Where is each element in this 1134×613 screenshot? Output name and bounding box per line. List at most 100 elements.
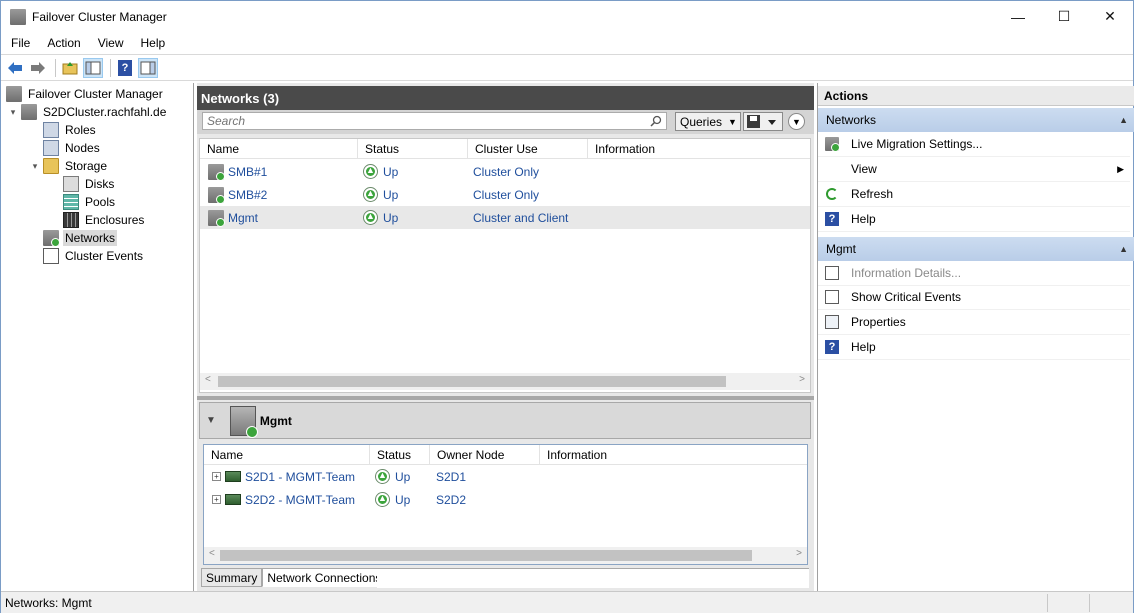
menu-action[interactable]: Action [37, 36, 87, 50]
horizontal-scrollbar[interactable]: < > [200, 373, 810, 390]
tree-item-roles[interactable]: Roles [43, 121, 98, 139]
disks-icon [63, 176, 79, 192]
forward-button[interactable] [28, 58, 48, 78]
menu-view[interactable]: View [88, 36, 131, 50]
toolbar-separator [110, 58, 111, 77]
column-header-cluster-use[interactable]: Cluster Use [468, 139, 588, 159]
column-header-owner-node[interactable]: Owner Node [430, 445, 540, 465]
status-bar: Networks: Mgmt [1, 591, 1133, 613]
up-folder-button[interactable] [60, 58, 80, 78]
expand-chevron-icon[interactable]: ▾ [30, 161, 40, 172]
queries-dropdown[interactable]: Queries ▼ [675, 112, 741, 131]
connection-status: Up [395, 492, 411, 507]
cluster-icon [21, 104, 37, 120]
collapse-detail-icon[interactable]: ▼ [206, 415, 216, 426]
help-button[interactable]: ? [115, 58, 135, 78]
scroll-left-icon[interactable]: < [209, 548, 215, 559]
close-button[interactable]: ✕ [1087, 1, 1133, 32]
show-hide-tree-button[interactable] [83, 57, 103, 78]
tree-item-cluster-events[interactable]: Cluster Events [43, 247, 145, 265]
status-text: Networks: Mgmt [5, 595, 92, 610]
back-icon [8, 61, 22, 74]
action-information-details[interactable]: Information Details... [818, 261, 1130, 286]
collapse-caret-icon[interactable]: ▲ [1119, 115, 1128, 125]
information-details-icon [825, 266, 839, 280]
tree-item-nodes[interactable]: Nodes [43, 139, 102, 157]
toolbar: ? [1, 54, 1133, 81]
tab-network-connections[interactable]: Network Connections [262, 568, 387, 587]
window-controls: — ☐ ✕ [995, 1, 1133, 32]
actions-section-networks[interactable]: Networks ▲ [818, 108, 1134, 132]
column-header-name[interactable]: Name [200, 139, 358, 159]
scroll-right-icon[interactable]: > [796, 548, 802, 559]
scroll-right-icon[interactable]: > [799, 374, 805, 385]
save-query-button[interactable] [743, 112, 783, 131]
action-show-critical-events[interactable]: Show Critical Events [818, 285, 1130, 310]
connection-name: S2D1 - MGMT-Team [245, 469, 356, 484]
table-row[interactable]: SMB#2 Up Cluster Only [200, 183, 810, 206]
column-header-status[interactable]: Status [370, 445, 430, 465]
table-row[interactable]: Mgmt Up Cluster and Client [200, 206, 810, 229]
network-icon [208, 163, 225, 181]
folder-icon [43, 158, 59, 174]
table-row[interactable]: SMB#1 Up Cluster Only [200, 160, 810, 183]
tree-item-pools[interactable]: Pools [63, 193, 117, 211]
search-toolbar: Queries ▼ ▼ [197, 110, 814, 134]
help-icon: ? [825, 340, 839, 354]
table-row[interactable]: + S2D1 - MGMT-Team Up S2D1 [204, 465, 807, 488]
search-input[interactable] [203, 113, 643, 129]
collapse-button[interactable]: ▼ [788, 113, 805, 130]
cluster-manager-icon [10, 8, 26, 25]
save-icon [747, 115, 776, 128]
tab-summary[interactable]: Summary [201, 568, 263, 587]
horizontal-scrollbar[interactable]: < > [204, 547, 807, 564]
tree-item-disks[interactable]: Disks [63, 175, 116, 193]
connection-owner-node: S2D1 [436, 469, 467, 484]
action-view[interactable]: View ▶ [818, 157, 1130, 182]
help-icon: ? [825, 212, 839, 226]
actions-section-mgmt[interactable]: Mgmt ▲ [818, 237, 1134, 261]
column-header-name[interactable]: Name [204, 445, 370, 465]
tree-item-cluster[interactable]: ▾ S2DCluster.rachfahl.de [8, 103, 168, 121]
menu-help[interactable]: Help [131, 36, 173, 50]
enclosures-icon [63, 212, 79, 228]
scrollbar-thumb[interactable] [220, 550, 752, 561]
tree-item-storage[interactable]: ▾ Storage [30, 157, 109, 175]
column-header-information[interactable]: Information [540, 445, 807, 465]
action-refresh[interactable]: Refresh [818, 182, 1130, 207]
forward-icon [31, 61, 45, 74]
search-icon[interactable] [650, 115, 662, 127]
detail-tabs: Summary Network Connections [201, 568, 387, 588]
column-header-status[interactable]: Status [358, 139, 468, 159]
section-title: Networks [826, 113, 877, 127]
toolbar-separator [55, 58, 56, 77]
navigation-tree: Failover Cluster Manager ▾ S2DCluster.ra… [1, 83, 194, 591]
action-properties[interactable]: Properties [818, 310, 1130, 335]
scrollbar-thumb[interactable] [218, 376, 726, 387]
tree-item-networks[interactable]: Networks [43, 229, 118, 247]
expand-plus-icon[interactable]: + [212, 472, 221, 481]
maximize-button[interactable]: ☐ [1041, 1, 1087, 32]
menu-file[interactable]: File [1, 36, 37, 50]
tree-item-failover-cluster-manager[interactable]: Failover Cluster Manager [6, 85, 165, 103]
table-row[interactable]: + S2D2 - MGMT-Team Up S2D2 [204, 488, 807, 511]
collapse-caret-icon[interactable]: ▲ [1119, 244, 1128, 254]
action-help[interactable]: ? Help [818, 207, 1130, 232]
back-button[interactable] [5, 58, 25, 78]
action-help-mgmt[interactable]: ? Help [818, 335, 1130, 360]
expand-plus-icon[interactable]: + [212, 495, 221, 504]
chevron-down-icon: ▼ [792, 116, 801, 127]
action-live-migration-settings[interactable]: Live Migration Settings... [818, 132, 1130, 157]
connection-owner-node: S2D2 [436, 492, 467, 507]
expand-chevron-icon[interactable]: ▾ [8, 107, 18, 118]
status-divider [1047, 594, 1048, 612]
minimize-button[interactable]: — [995, 1, 1041, 32]
column-header-information[interactable]: Information [588, 139, 810, 159]
actions-pane: Actions Networks ▲ Live Migration Settin… [817, 83, 1134, 591]
tree-item-enclosures[interactable]: Enclosures [63, 211, 146, 229]
pane-splitter[interactable] [197, 396, 814, 400]
status-up-icon [363, 164, 378, 179]
show-hide-action-pane-button[interactable] [138, 57, 158, 78]
search-field[interactable] [202, 112, 667, 130]
scroll-left-icon[interactable]: < [205, 374, 211, 385]
